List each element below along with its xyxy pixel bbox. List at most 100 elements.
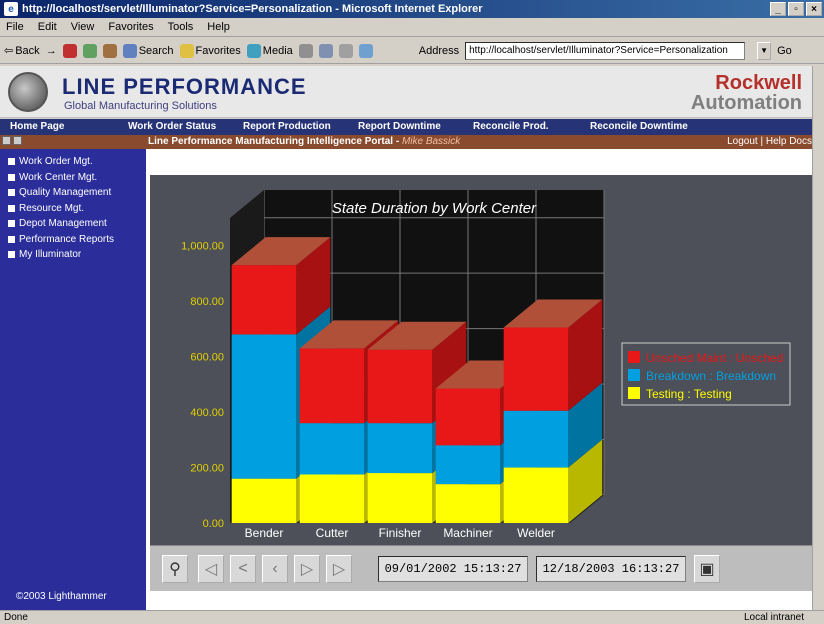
prev-step-icon[interactable]: ‹: [262, 555, 288, 583]
globe-logo-icon: [8, 72, 48, 112]
menu-file[interactable]: File: [6, 21, 24, 33]
menu-view[interactable]: View: [71, 21, 95, 33]
sidebar-item-my-illuminator[interactable]: My Illuminator: [8, 249, 81, 260]
sidebar-item-work-order[interactable]: Work Order Mgt.: [8, 156, 93, 167]
y-tick-label: 800.00: [190, 296, 224, 308]
x-tick-label: Cutter: [316, 526, 349, 540]
sidebar-toggle-icons: [2, 136, 22, 145]
pin-icon[interactable]: ⚲: [162, 555, 188, 583]
print-button[interactable]: [338, 43, 353, 58]
legend-swatch: [628, 387, 640, 399]
menu-favorites[interactable]: Favorites: [108, 21, 153, 33]
next-step-icon[interactable]: ▷: [294, 555, 320, 583]
home-icon: [102, 43, 117, 58]
first-page-icon[interactable]: ◁: [198, 555, 224, 583]
media-button[interactable]: Media: [246, 43, 293, 58]
maximize-button[interactable]: ▫: [788, 2, 804, 16]
address-value: http://localhost/servlet/Illuminator?Ser…: [469, 45, 728, 56]
sidebar-item-work-center[interactable]: Work Center Mgt.: [8, 172, 97, 183]
brand-subtitle: Global Manufacturing Solutions: [64, 100, 217, 112]
history-icon: [298, 43, 313, 58]
legend-label: Testing : Testing: [646, 387, 732, 401]
bar-segment: [231, 265, 297, 335]
bar-segment: [231, 478, 297, 523]
edit-button[interactable]: [358, 43, 373, 58]
company-logo-line2: Automation: [690, 92, 802, 114]
nav-home-page[interactable]: Home Page: [10, 121, 64, 132]
address-dropdown-icon[interactable]: ▼: [757, 41, 772, 60]
nav-reconcile-downtime[interactable]: Reconcile Downtime: [590, 121, 688, 132]
top-nav: Home Page Work Order Status Report Produ…: [0, 119, 824, 135]
x-tick-label: Finisher: [379, 526, 422, 540]
minimize-button[interactable]: _: [770, 2, 786, 16]
history-button[interactable]: [298, 43, 313, 58]
expand-icon: [8, 174, 15, 181]
x-tick-label: Bender: [245, 526, 284, 540]
link-separator: |: [760, 136, 764, 147]
end-date-field[interactable]: 12/18/2003 16:13:27: [536, 556, 686, 582]
zone-indicator: Local intranet: [743, 612, 804, 623]
refresh-button[interactable]: [82, 43, 97, 58]
status-left: Done: [4, 612, 28, 623]
start-date-field[interactable]: 09/01/2002 15:13:27: [378, 556, 528, 582]
y-tick-label: 600.00: [190, 352, 224, 364]
search-button[interactable]: Search: [122, 43, 174, 58]
copyright: ©2003 Lighthammer: [16, 591, 107, 602]
menu-tools[interactable]: Tools: [168, 21, 194, 33]
help-docs-link[interactable]: Help Docs: [766, 136, 812, 147]
expand-icon: [8, 220, 15, 227]
prev-page-icon[interactable]: <: [230, 555, 256, 583]
back-label: Back: [15, 44, 40, 57]
home-button[interactable]: [102, 43, 117, 58]
close-button[interactable]: ×: [806, 2, 822, 16]
logout-link[interactable]: Logout: [727, 136, 758, 147]
go-button[interactable]: Go: [777, 45, 792, 57]
bar-segment: [231, 334, 297, 479]
sidebar-item-performance[interactable]: Performance Reports: [8, 234, 114, 245]
menu-help[interactable]: Help: [207, 21, 230, 33]
nav-report-production[interactable]: Report Production: [243, 121, 331, 132]
sidebar-item-resource[interactable]: Resource Mgt.: [8, 203, 84, 214]
mail-button[interactable]: [318, 43, 333, 58]
window-title: http://localhost/servlet/Illuminator?Ser…: [22, 3, 483, 15]
bar-segment: [367, 423, 433, 474]
bar-segment: [435, 388, 501, 446]
nav-report-downtime[interactable]: Report Downtime: [358, 121, 441, 132]
forward-button[interactable]: →: [46, 45, 57, 57]
browser-toolbar: ⇦ Back → Search Favorites Media Address h…: [0, 38, 824, 64]
search-label: Search: [138, 44, 174, 57]
favorites-button[interactable]: Favorites: [179, 43, 241, 58]
bar-segment: [503, 327, 569, 411]
legend-label: Breakdown : Breakdown: [646, 369, 776, 383]
address-input[interactable]: http://localhost/servlet/Illuminator?Ser…: [465, 41, 746, 60]
refresh-icon: [82, 43, 97, 58]
sidebar-item-label: Performance Reports: [19, 234, 115, 245]
x-tick-label: Welder: [517, 526, 555, 540]
search-icon: [122, 43, 137, 58]
nav-work-order-status[interactable]: Work Order Status: [128, 121, 216, 132]
calendar-icon[interactable]: ▣: [694, 555, 720, 583]
vertical-scrollbar[interactable]: [812, 66, 824, 610]
stop-icon: [62, 43, 77, 58]
window-titlebar: e http://localhost/servlet/Illuminator?S…: [0, 0, 824, 18]
sidebar: Work Order Mgt. Work Center Mgt. Quality…: [0, 136, 146, 610]
nav-reconcile-prod[interactable]: Reconcile Prod.: [473, 121, 549, 132]
sidebar-item-depot[interactable]: Depot Management: [8, 218, 107, 229]
bar-segment: [367, 349, 433, 424]
sidebar-collapse-icon[interactable]: [2, 136, 11, 145]
sidebar-item-label: Resource Mgt.: [19, 203, 85, 214]
back-button[interactable]: ⇦ Back: [4, 44, 40, 58]
menu-edit[interactable]: Edit: [38, 21, 57, 33]
legend-swatch: [628, 369, 640, 381]
sidebar-close-icon[interactable]: [13, 136, 22, 145]
expand-icon: [8, 158, 15, 165]
stop-button[interactable]: [62, 43, 77, 58]
ie-icon: e: [4, 2, 18, 16]
bar-segment: [299, 423, 365, 475]
portal-subbar: Line Performance Manufacturing Intellige…: [0, 135, 824, 149]
edit-icon: [358, 43, 373, 58]
sidebar-item-quality[interactable]: Quality Management: [8, 187, 111, 198]
last-page-icon[interactable]: ▷: [326, 555, 352, 583]
bar-segment: [299, 474, 365, 523]
bar-segment: [503, 467, 569, 523]
